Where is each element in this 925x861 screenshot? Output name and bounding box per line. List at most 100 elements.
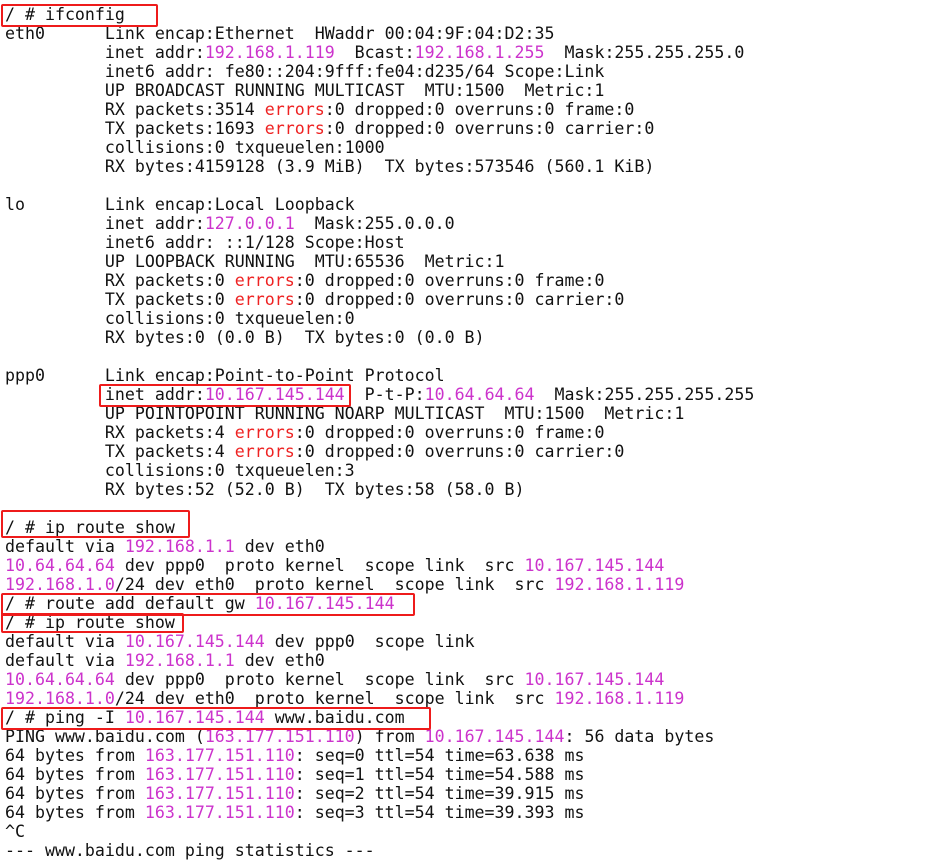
terminal-text: RX packets:3514 bbox=[5, 100, 265, 119]
terminal-text: : seq=3 ttl=54 time=39.393 ms bbox=[294, 803, 585, 822]
errors-keyword: errors bbox=[264, 100, 325, 119]
terminal-text: RX bytes:52 (52.0 B) TX bytes:58 (58.0 B… bbox=[5, 480, 525, 499]
ip-address-text: 163.177.151.110 bbox=[204, 727, 355, 746]
terminal-text: / # ip route show bbox=[5, 518, 175, 537]
terminal-text: --- www.baidu.com ping statistics --- bbox=[5, 841, 375, 860]
terminal-line: 64 bytes from 163.177.151.110: seq=3 ttl… bbox=[5, 803, 754, 822]
terminal-line: inet addr:127.0.0.1 Mask:255.0.0.0 bbox=[5, 214, 754, 233]
terminal-text: TX packets:0 bbox=[5, 290, 235, 309]
terminal-text: UP BROADCAST RUNNING MULTICAST MTU:1500 … bbox=[5, 81, 605, 100]
terminal-text: ^C bbox=[5, 822, 25, 841]
terminal-text: default via bbox=[5, 651, 125, 670]
terminal-text: inet6 addr: fe80::204:9fff:fe04:d235/64 … bbox=[5, 62, 605, 81]
terminal-line: UP LOOPBACK RUNNING MTU:65536 Metric:1 bbox=[5, 252, 754, 271]
terminal-line: default via 10.167.145.144 dev ppp0 scop… bbox=[5, 632, 754, 651]
terminal-text: lo Link encap:Local Loopback bbox=[5, 195, 355, 214]
ip-address-text: 163.177.151.110 bbox=[144, 803, 295, 822]
terminal-text: dev ppp0 proto kernel scope link src bbox=[114, 556, 525, 575]
ip-address-text: 163.177.151.110 bbox=[144, 765, 295, 784]
ip-address-text: 10.167.145.144 bbox=[524, 670, 665, 689]
ip-address-text: 10.64.64.64 bbox=[424, 385, 535, 404]
terminal-line: RX bytes:0 (0.0 B) TX bytes:0 (0.0 B) bbox=[5, 328, 754, 347]
terminal-text: ppp0 Link encap:Point-to-Point Protocol bbox=[5, 366, 445, 385]
terminal-text: ) from bbox=[354, 727, 425, 746]
terminal-text: Mask:255.255.255.255 bbox=[534, 385, 755, 404]
terminal-text: inet addr: bbox=[5, 214, 205, 233]
terminal-line: RX packets:3514 errors:0 dropped:0 overr… bbox=[5, 100, 754, 119]
terminal-line: / # route add default gw 10.167.145.144 bbox=[5, 594, 754, 613]
terminal-text: : seq=0 ttl=54 time=63.638 ms bbox=[294, 746, 585, 765]
terminal-line: RX bytes:52 (52.0 B) TX bytes:58 (58.0 B… bbox=[5, 480, 754, 499]
terminal-line: TX packets:1693 errors:0 dropped:0 overr… bbox=[5, 119, 754, 138]
ip-address-text: 192.168.1.0 bbox=[5, 575, 115, 594]
errors-keyword: errors bbox=[234, 423, 295, 442]
terminal-text: inet6 addr: ::1/128 Scope:Host bbox=[5, 233, 405, 252]
ip-address-text: 10.167.145.144 bbox=[124, 632, 265, 651]
ip-address-text: 10.64.64.64 bbox=[5, 670, 115, 689]
terminal-line: inet addr:10.167.145.144 P-t-P:10.64.64.… bbox=[5, 385, 754, 404]
terminal-text: dev ppp0 scope link bbox=[264, 632, 475, 651]
terminal-text: eth0 Link encap:Ethernet HWaddr 00:04:9F… bbox=[5, 24, 555, 43]
terminal-text: / # ifconfig bbox=[5, 5, 125, 24]
errors-keyword: errors bbox=[264, 119, 325, 138]
terminal-text: TX packets:1693 bbox=[5, 119, 265, 138]
ip-address-text: 192.168.1.1 bbox=[124, 537, 235, 556]
ip-address-text: 192.168.1.119 bbox=[204, 43, 335, 62]
terminal-text: 64 bytes from bbox=[5, 803, 145, 822]
terminal-text: :0 dropped:0 overruns:0 frame:0 bbox=[294, 423, 605, 442]
terminal-text: Bcast: bbox=[334, 43, 415, 62]
ip-address-text: 10.167.145.144 bbox=[524, 556, 665, 575]
terminal-line: 64 bytes from 163.177.151.110: seq=0 ttl… bbox=[5, 746, 754, 765]
ip-address-text: 192.168.1.119 bbox=[554, 689, 685, 708]
ip-address-text: 192.168.1.119 bbox=[554, 575, 685, 594]
terminal-text: : seq=2 ttl=54 time=39.915 ms bbox=[294, 784, 585, 803]
terminal-text: Mask:255.255.255.0 bbox=[544, 43, 745, 62]
terminal-text: www.baidu.com bbox=[264, 708, 405, 727]
terminal-line: TX packets:0 errors:0 dropped:0 overruns… bbox=[5, 290, 754, 309]
terminal-line: inet6 addr: ::1/128 Scope:Host bbox=[5, 233, 754, 252]
terminal-text: :0 dropped:0 overruns:0 carrier:0 bbox=[294, 290, 625, 309]
terminal-line: RX packets:0 errors:0 dropped:0 overruns… bbox=[5, 271, 754, 290]
terminal-line: ^C bbox=[5, 822, 754, 841]
ip-address-text: 127.0.0.1 bbox=[204, 214, 295, 233]
terminal-line: collisions:0 txqueuelen:0 bbox=[5, 309, 754, 328]
ip-address-text: 163.177.151.110 bbox=[144, 784, 295, 803]
terminal-text: inet addr: bbox=[5, 43, 205, 62]
ip-address-text: 10.64.64.64 bbox=[5, 556, 115, 575]
terminal-line: inet6 addr: fe80::204:9fff:fe04:d235/64 … bbox=[5, 62, 754, 81]
terminal-text: 64 bytes from bbox=[5, 784, 145, 803]
terminal-text: RX bytes:4159128 (3.9 MiB) TX bytes:5735… bbox=[5, 157, 655, 176]
terminal-line: ppp0 Link encap:Point-to-Point Protocol bbox=[5, 366, 754, 385]
errors-keyword: errors bbox=[234, 290, 295, 309]
terminal-line: PING www.baidu.com (163.177.151.110) fro… bbox=[5, 727, 754, 746]
errors-keyword: errors bbox=[234, 271, 295, 290]
terminal-text: TX packets:4 bbox=[5, 442, 235, 461]
terminal-text: dev ppp0 proto kernel scope link src bbox=[114, 670, 525, 689]
terminal-line: 192.168.1.0/24 dev eth0 proto kernel sco… bbox=[5, 575, 754, 594]
terminal-line: default via 192.168.1.1 dev eth0 bbox=[5, 651, 754, 670]
ip-address-text: 192.168.1.255 bbox=[414, 43, 545, 62]
terminal-text: UP POINTOPOINT RUNNING NOARP MULTICAST M… bbox=[5, 404, 685, 423]
terminal-text: / # ip route show bbox=[5, 613, 175, 632]
terminal-line: / # ip route show bbox=[5, 518, 754, 537]
terminal-text: default via bbox=[5, 537, 125, 556]
terminal-line: UP POINTOPOINT RUNNING NOARP MULTICAST M… bbox=[5, 404, 754, 423]
ip-address-text: 192.168.1.1 bbox=[124, 651, 235, 670]
terminal-text: :0 dropped:0 overruns:0 frame:0 bbox=[324, 100, 635, 119]
terminal-text: collisions:0 txqueuelen:1000 bbox=[5, 138, 385, 157]
terminal-text: UP LOOPBACK RUNNING MTU:65536 Metric:1 bbox=[5, 252, 505, 271]
terminal-text: RX packets:4 bbox=[5, 423, 235, 442]
terminal-line: UP BROADCAST RUNNING MULTICAST MTU:1500 … bbox=[5, 81, 754, 100]
terminal-text: /24 dev eth0 proto kernel scope link src bbox=[114, 575, 555, 594]
terminal-text: :0 dropped:0 overruns:0 carrier:0 bbox=[294, 442, 625, 461]
terminal-line: 64 bytes from 163.177.151.110: seq=1 ttl… bbox=[5, 765, 754, 784]
terminal-text: RX packets:0 bbox=[5, 271, 235, 290]
terminal-text: :0 dropped:0 overruns:0 carrier:0 bbox=[324, 119, 655, 138]
ip-address-text: 10.167.145.144 bbox=[124, 708, 265, 727]
terminal-line: eth0 Link encap:Ethernet HWaddr 00:04:9F… bbox=[5, 24, 754, 43]
terminal-line: --- www.baidu.com ping statistics --- bbox=[5, 841, 754, 860]
terminal-line: RX packets:4 errors:0 dropped:0 overruns… bbox=[5, 423, 754, 442]
